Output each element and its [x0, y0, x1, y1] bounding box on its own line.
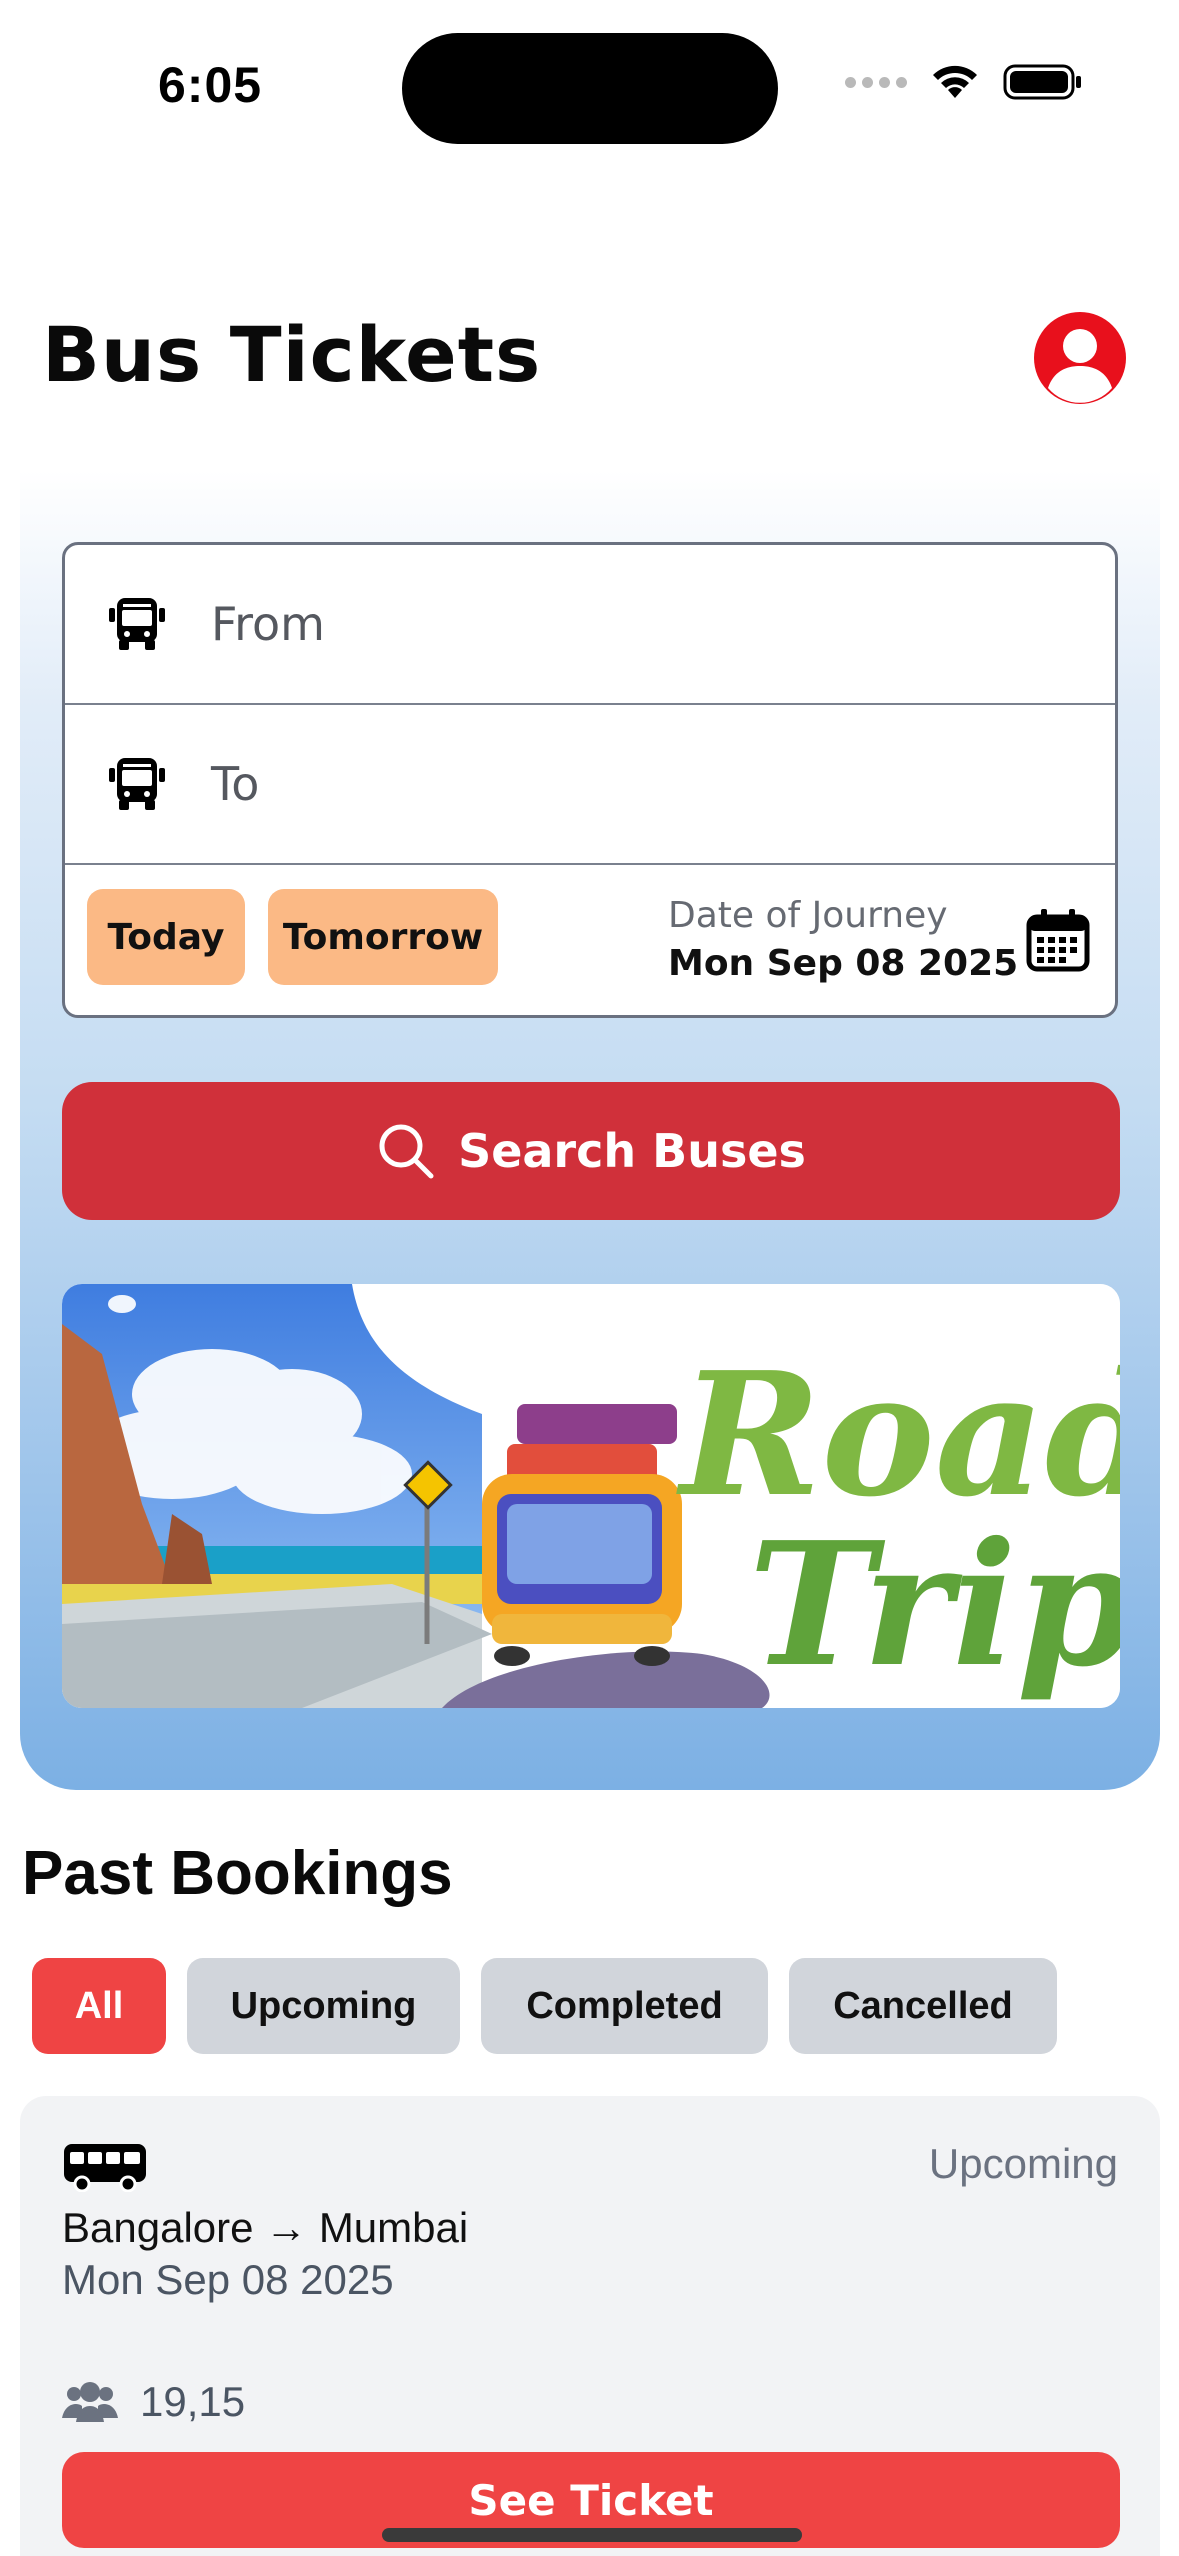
search-buses-button[interactable]: Search Buses — [62, 1082, 1120, 1220]
search-buses-label: Search Buses — [458, 1124, 806, 1178]
calendar-icon[interactable] — [1025, 907, 1091, 973]
date-row: Today Tomorrow Date of Journey Mon Sep 0… — [65, 865, 1115, 1015]
from-field[interactable]: From — [65, 545, 1115, 705]
bus-icon — [109, 598, 165, 650]
booking-date: Mon Sep 08 2025 — [62, 2256, 394, 2303]
user-circle-icon — [1034, 312, 1126, 404]
tomorrow-chip[interactable]: Tomorrow — [268, 889, 498, 985]
journey-form: From To Today Tomorrow Date of Journey M… — [62, 542, 1118, 1018]
road-trip-banner[interactable]: Road Trip — [62, 1284, 1120, 1708]
battery-icon — [1003, 64, 1081, 100]
wifi-icon — [933, 65, 977, 98]
date-of-journey-label: Date of Journey — [668, 895, 948, 936]
seat-numbers: 19,15 — [140, 2378, 246, 2425]
status-icons — [845, 62, 1083, 102]
to-placeholder: To — [211, 757, 260, 811]
date-of-journey-value[interactable]: Mon Sep 08 2025 — [668, 943, 1018, 984]
bus-icon — [64, 2144, 146, 2192]
profile-button[interactable] — [1032, 310, 1128, 406]
booking-status: Upcoming — [928, 2140, 1118, 2187]
search-panel: From To Today Tomorrow Date of Journey M… — [20, 470, 1160, 1790]
from-placeholder: From — [211, 597, 325, 651]
to-field[interactable]: To — [65, 705, 1115, 865]
status-time: 6:05 — [158, 57, 263, 113]
past-bookings-title: Past Bookings — [22, 1839, 453, 1908]
road-trip-illustration: Road Trip — [62, 1284, 1120, 1708]
filter-completed[interactable]: Completed — [481, 1958, 768, 2054]
home-indicator[interactable] — [382, 2528, 802, 2542]
users-icon — [62, 2382, 118, 2422]
dynamic-island — [402, 33, 778, 144]
bus-icon — [109, 758, 165, 810]
filter-upcoming[interactable]: Upcoming — [187, 1958, 460, 2054]
banner-trip-text: Trip — [748, 1505, 1120, 1705]
filter-all[interactable]: All — [32, 1958, 166, 2054]
booking-seats: 19,15 — [62, 2378, 245, 2426]
search-icon — [379, 1124, 434, 1179]
booking-route: Bangalore → Mumbai — [62, 2204, 469, 2251]
booking-card: Upcoming Bangalore → Mumbai Mon Sep 08 2… — [20, 2096, 1160, 2556]
filter-cancelled[interactable]: Cancelled — [789, 1958, 1057, 2054]
page-title: Bus Tickets — [42, 310, 542, 399]
today-chip[interactable]: Today — [87, 889, 245, 985]
cellular-signal-icon — [845, 76, 907, 88]
